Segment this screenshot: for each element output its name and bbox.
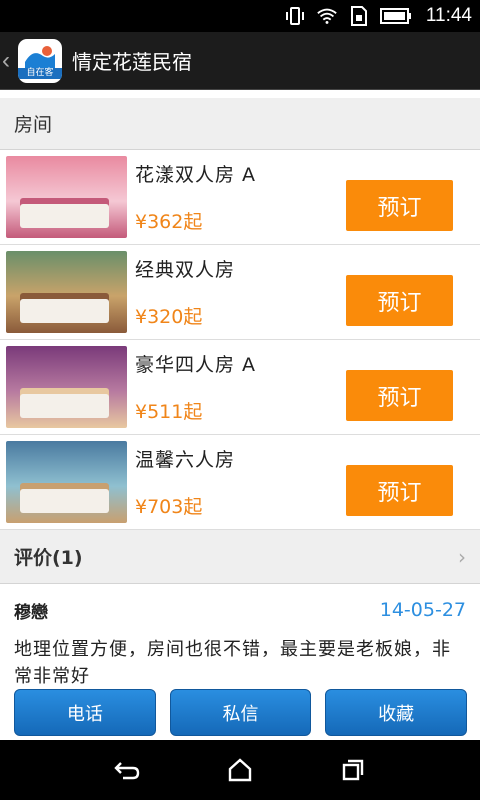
review-item: 穆戀 14-05-27 地理位置方便，房间也很不错，最主要是老板娘，非常非常好 — [0, 584, 480, 690]
room-thumbnail[interactable] — [6, 346, 127, 428]
room-name: 经典双人房 — [135, 259, 236, 281]
room-item[interactable]: 花漾双人房 A ¥362起 预订 — [0, 150, 480, 245]
page-title: 情定花莲民宿 — [72, 52, 192, 74]
status-time: 11:44 — [425, 5, 472, 26]
action-bar: ‹ 自在客 情定花莲民宿 — [0, 32, 480, 90]
bed-illustration — [20, 394, 109, 418]
room-thumbnail[interactable] — [6, 441, 127, 523]
book-button[interactable]: 预订 — [346, 465, 453, 516]
room-price: ¥362起 — [135, 211, 203, 233]
room-name: 温馨六人房 — [135, 449, 236, 471]
room-price: ¥703起 — [135, 496, 203, 518]
room-item[interactable]: 豪华四人房 A ¥511起 预订 — [0, 340, 480, 435]
review-author: 穆戀 — [14, 602, 48, 623]
reviews-section-title: 评价(1) — [14, 547, 83, 569]
book-button[interactable]: 预订 — [346, 370, 453, 421]
recent-apps-icon[interactable] — [333, 750, 373, 790]
room-name: 花漾双人房 A — [135, 164, 257, 186]
app-logo[interactable]: 自在客 — [18, 38, 62, 83]
status-bar: 11:44 — [0, 0, 480, 32]
room-item[interactable]: 温馨六人房 ¥703起 预订 — [0, 435, 480, 530]
truncated-description — [0, 90, 480, 98]
home-icon[interactable] — [220, 750, 260, 790]
review-text: 地理位置方便，房间也很不错，最主要是老板娘，非常非常好 — [14, 639, 451, 687]
bed-illustration — [20, 489, 109, 513]
message-button[interactable]: 私信 — [169, 689, 312, 736]
room-price: ¥511起 — [135, 401, 203, 423]
room-item[interactable]: 经典双人房 ¥320起 预订 — [0, 245, 480, 340]
battery-icon — [379, 7, 412, 25]
book-button[interactable]: 预订 — [346, 275, 453, 326]
chevron-right-icon: › — [458, 544, 466, 569]
logo-wave-icon — [25, 46, 55, 68]
main-content[interactable]: 房间 花漾双人房 A ¥362起 预订 经典双人房 ¥320起 预订 豪华四人房… — [0, 90, 480, 740]
chevron-left-icon[interactable]: ‹ — [2, 47, 16, 75]
room-thumbnail[interactable] — [6, 251, 127, 333]
room-list: 花漾双人房 A ¥362起 预订 经典双人房 ¥320起 预订 豪华四人房 A … — [0, 150, 480, 530]
room-price: ¥320起 — [135, 306, 203, 328]
call-button[interactable]: 电话 — [14, 689, 156, 736]
room-thumbnail[interactable] — [6, 156, 127, 238]
logo-text: 自在客 — [18, 68, 62, 79]
bed-illustration — [20, 204, 109, 228]
wifi-icon — [316, 7, 338, 25]
rooms-section-header: 房间 — [0, 98, 480, 150]
favorite-button[interactable]: 收藏 — [325, 689, 468, 736]
review-date: 14-05-27 — [379, 599, 466, 621]
bottom-action-bar: 电话 私信 收藏 — [0, 685, 480, 740]
reviews-section-header[interactable]: 评价(1) › — [0, 530, 480, 584]
vibrate-icon — [284, 7, 306, 25]
rooms-section-title: 房间 — [14, 114, 53, 136]
room-name: 豪华四人房 A — [135, 354, 257, 376]
system-nav-bar — [0, 740, 480, 800]
book-button[interactable]: 预订 — [346, 180, 453, 231]
back-icon[interactable] — [107, 750, 147, 790]
bed-illustration — [20, 299, 109, 323]
sim-icon — [348, 6, 370, 26]
